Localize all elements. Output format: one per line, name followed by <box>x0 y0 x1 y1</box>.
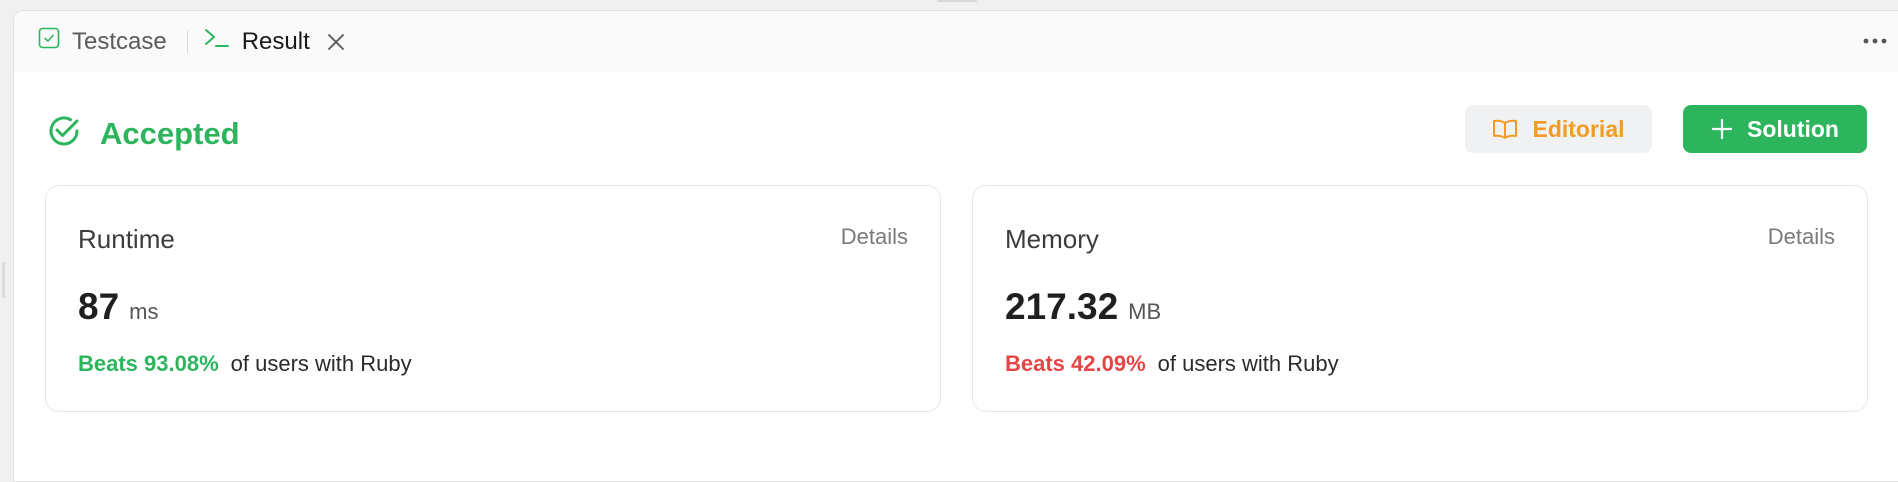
panel-resize-handle-left[interactable] <box>2 262 5 298</box>
tab-testcase-label: Testcase <box>72 27 167 55</box>
memory-beats: Beats 42.09% of users with Ruby <box>1005 351 1339 377</box>
status-label: Accepted <box>100 115 240 151</box>
editorial-button[interactable]: Editorial <box>1465 105 1652 153</box>
memory-unit: MB <box>1128 299 1162 324</box>
editorial-button-label: Editorial <box>1532 115 1625 142</box>
memory-title: Memory <box>1005 224 1099 254</box>
more-horizontal-icon[interactable] <box>1861 29 1889 53</box>
runtime-beats-percent: Beats 93.08% <box>78 351 219 376</box>
book-open-icon <box>1492 118 1518 140</box>
memory-details-link[interactable]: Details <box>1768 224 1835 250</box>
runtime-value: 87 ms <box>78 286 158 328</box>
checkbox-icon <box>38 27 60 56</box>
submission-status: Accepted <box>46 113 240 154</box>
tab-bar: Testcase Result <box>14 11 1898 72</box>
memory-beats-suffix: of users with Ruby <box>1157 351 1339 376</box>
add-solution-button-label: Solution <box>1747 115 1839 142</box>
memory-beats-percent: Beats 42.09% <box>1005 351 1146 376</box>
result-panel: Testcase Result Accepted Editorial Solut… <box>13 10 1898 482</box>
add-solution-button[interactable]: Solution <box>1683 105 1867 153</box>
check-circle-icon <box>46 113 82 154</box>
runtime-card[interactable]: Runtime Details 87 ms Beats 93.08% of us… <box>45 185 941 412</box>
tab-testcase[interactable]: Testcase <box>38 11 167 72</box>
tab-result[interactable]: Result <box>204 11 310 72</box>
plus-icon <box>1711 118 1733 140</box>
terminal-icon <box>204 27 230 56</box>
close-icon[interactable] <box>326 32 346 52</box>
panel-resize-handle-top[interactable] <box>937 0 977 2</box>
tab-divider <box>186 30 188 53</box>
runtime-unit: ms <box>129 299 159 324</box>
runtime-title: Runtime <box>78 224 175 254</box>
runtime-details-link[interactable]: Details <box>841 224 908 250</box>
runtime-beats: Beats 93.08% of users with Ruby <box>78 351 412 377</box>
memory-value: 217.32 MB <box>1005 286 1161 328</box>
runtime-beats-suffix: of users with Ruby <box>230 351 412 376</box>
memory-number: 217.32 <box>1005 286 1119 327</box>
runtime-number: 87 <box>78 286 120 327</box>
memory-card[interactable]: Memory Details 217.32 MB Beats 42.09% of… <box>972 185 1868 412</box>
tab-result-label: Result <box>241 27 310 55</box>
